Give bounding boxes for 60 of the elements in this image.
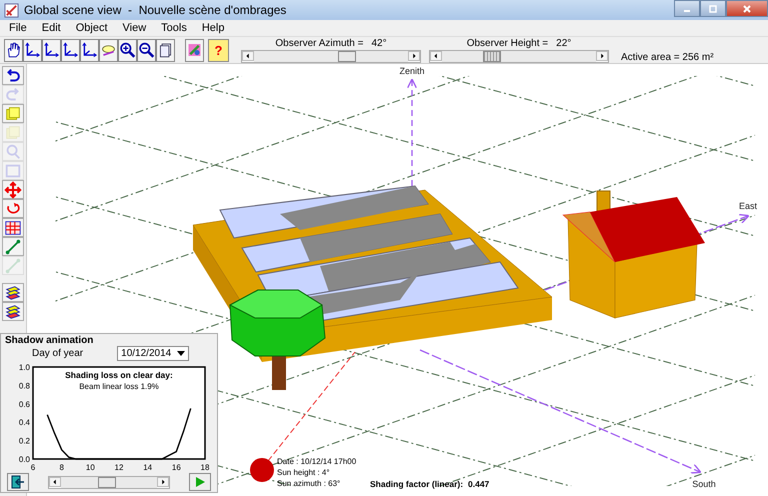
- y-tick-label: 0.0: [18, 455, 30, 464]
- help-button[interactable]: ?: [208, 38, 229, 62]
- y-tick-label: 0.8: [18, 381, 30, 390]
- x-tick-label: 12: [114, 463, 124, 472]
- menu-item[interactable]: Object: [74, 22, 108, 34]
- maximize-button[interactable]: [700, 0, 726, 17]
- chart-annotation: Beam linear loss 1.9%: [79, 382, 159, 391]
- y-tick-label: 0.4: [18, 418, 30, 428]
- slider-thumb[interactable]: [98, 476, 116, 488]
- menu-item[interactable]: File: [8, 22, 28, 34]
- dropdown-arrow-icon[interactable]: [177, 350, 186, 356]
- day-of-year-label: Day of year: [32, 348, 84, 359]
- x-tick-label: 6: [30, 463, 36, 472]
- y-tick-label: 0.2: [18, 436, 30, 446]
- south-label: South: [692, 479, 716, 489]
- window-title: Global scene view - Nouvelle scène d'ombrages: [24, 3, 286, 17]
- y-tick-label: 1.0: [18, 363, 30, 372]
- menu-item[interactable]: Help: [200, 22, 226, 34]
- observer-label: Observer Height =: [466, 38, 548, 48]
- scroll-left-icon[interactable]: [430, 51, 442, 61]
- zenith-label: Zenith: [400, 66, 424, 76]
- active-area-text: Active area = 256 m²: [621, 52, 714, 62]
- y-tick-label: 0.6: [18, 400, 30, 409]
- scroll-left-icon[interactable]: [242, 51, 254, 61]
- scroll-left-icon[interactable]: [49, 477, 61, 487]
- sun-icon: [250, 458, 274, 482]
- menu-item[interactable]: Tools: [160, 22, 188, 34]
- scroll-right-icon[interactable]: [596, 51, 608, 61]
- scroll-right-icon[interactable]: [408, 51, 420, 61]
- slider-thumb[interactable]: [482, 50, 501, 62]
- observer-slider[interactable]: [429, 50, 609, 62]
- time-slider[interactable]: [48, 476, 170, 488]
- x-tick-label: 14: [143, 463, 152, 472]
- sun-info-text: Date : 10/12/14 17h00: [277, 457, 356, 466]
- observer-label: Observer Azimuth =: [275, 38, 364, 48]
- play-button[interactable]: [189, 473, 211, 491]
- close-button[interactable]: [726, 0, 768, 17]
- panel-title: Shadow animation: [5, 335, 94, 346]
- observer-value: 42°: [371, 38, 387, 48]
- x-tick-label: 16: [172, 463, 181, 472]
- x-tick-label: 10: [86, 463, 95, 472]
- chart-title: Shading loss on clear day:: [65, 370, 173, 380]
- exit-button[interactable]: [7, 473, 29, 491]
- observer-value: 22°: [556, 38, 572, 48]
- x-tick-label: 18: [200, 463, 210, 472]
- close-icon[interactable]: [742, 4, 752, 14]
- minimize-button[interactable]: [674, 0, 700, 17]
- shading-factor-value: 0.447: [468, 479, 490, 489]
- exit-icon[interactable]: [10, 474, 26, 490]
- sun-info-text: Sun height : 4°: [277, 468, 330, 477]
- scroll-right-icon[interactable]: [157, 477, 169, 487]
- menu-item[interactable]: Edit: [40, 22, 62, 34]
- menu-item[interactable]: View: [122, 22, 148, 34]
- shading-factor-label: Shading factor (linear):: [370, 479, 464, 489]
- observer-slider[interactable]: [241, 50, 421, 62]
- x-tick-label: 8: [59, 463, 64, 472]
- app-icon: [4, 2, 19, 18]
- slider-thumb[interactable]: [338, 50, 356, 62]
- date-dropdown[interactable]: 10/12/2014: [117, 346, 190, 361]
- east-label: East: [739, 201, 757, 211]
